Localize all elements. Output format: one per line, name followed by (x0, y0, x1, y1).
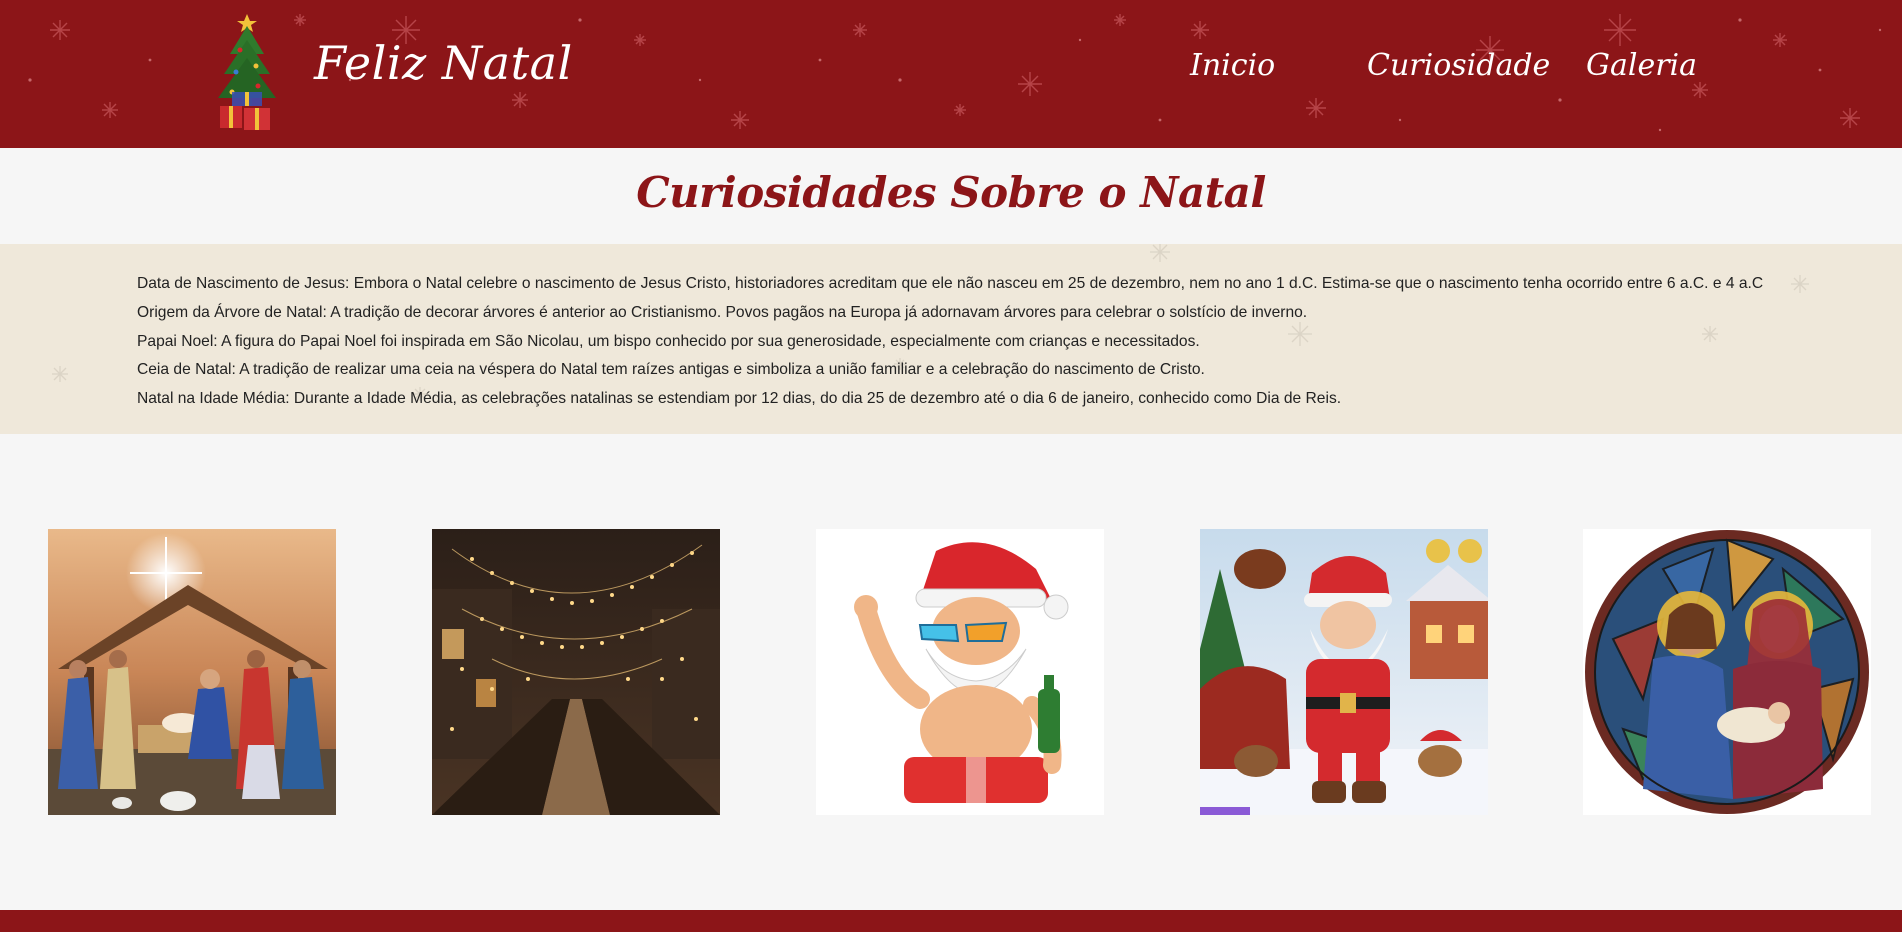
nav-link-galeria[interactable]: Galeria (1586, 48, 1697, 88)
nativity-scene-image[interactable] (48, 529, 336, 815)
facts-section: Data de Nascimento de Jesus: Embora o Na… (0, 244, 1902, 434)
christmas-tree-icon[interactable] (212, 10, 282, 134)
lit-street-image[interactable] (432, 529, 720, 815)
facts-list: Data de Nascimento de Jesus: Embora o Na… (137, 270, 1837, 414)
stained-glass-holy-family-image[interactable] (1583, 529, 1871, 815)
fact-item: Ceia de Natal: A tradição de realizar um… (137, 361, 1205, 379)
title-section: Curiosidades Sobre o Natal (0, 148, 1902, 244)
fact-item: Papai Noel: A figura do Papai Noel foi i… (137, 332, 1200, 350)
nav-link-curiosidade[interactable]: Curiosidade (1367, 48, 1550, 88)
site-header: Feliz Natal Inicio Curiosidade Galeria (0, 0, 1902, 148)
beach-santa-image[interactable] (816, 529, 1104, 815)
brand-title[interactable]: Feliz Natal (314, 36, 573, 90)
page-title: Curiosidades Sobre o Natal (636, 168, 1266, 217)
nav-link-inicio[interactable]: Inicio (1190, 48, 1275, 88)
santa-sleigh-image[interactable] (1200, 529, 1488, 815)
fact-item: Origem da Árvore de Natal: A tradição de… (137, 303, 1308, 321)
site-footer (0, 910, 1902, 932)
fact-item: Natal na Idade Média: Durante a Idade Mé… (137, 390, 1342, 408)
gallery (0, 434, 1902, 910)
fact-item: Data de Nascimento de Jesus: Embora o Na… (137, 275, 1764, 292)
